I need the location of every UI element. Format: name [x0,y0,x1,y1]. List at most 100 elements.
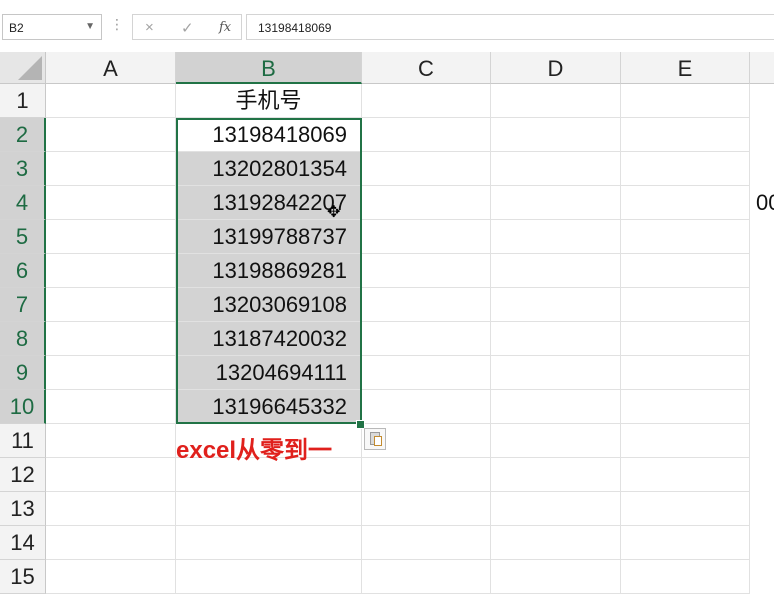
row-header-14[interactable]: 14 [0,526,46,560]
cell-a14[interactable] [46,526,176,560]
cell-b13[interactable] [176,492,362,526]
row-header-13[interactable]: 13 [0,492,46,526]
cell-b9[interactable]: 13204694111 [176,356,362,390]
cell-e1[interactable] [621,84,750,118]
row-header-3[interactable]: 3 [0,152,46,186]
cell-a9[interactable] [46,356,176,390]
cell-b15[interactable] [176,560,362,594]
cell-c13[interactable] [362,492,491,526]
cell-d11[interactable] [491,424,621,458]
cell-d8[interactable] [491,322,621,356]
row-header-12[interactable]: 12 [0,458,46,492]
select-all-button[interactable] [0,52,46,84]
cell-e12[interactable] [621,458,750,492]
cell-a15[interactable] [46,560,176,594]
cell-c7[interactable] [362,288,491,322]
cell-e7[interactable] [621,288,750,322]
column-header-b[interactable]: B [176,52,362,84]
chevron-down-icon[interactable]: ▼ [85,21,95,32]
cell-d13[interactable] [491,492,621,526]
cell-c12[interactable] [362,458,491,492]
cell-a13[interactable] [46,492,176,526]
cell-c1[interactable] [362,84,491,118]
cell-d3[interactable] [491,152,621,186]
cell-b14[interactable] [176,526,362,560]
row-header-5[interactable]: 5 [0,220,46,254]
formula-input[interactable]: 13198418069 [246,14,774,40]
cell-c15[interactable] [362,560,491,594]
cell-d12[interactable] [491,458,621,492]
cell-a6[interactable] [46,254,176,288]
cell-a7[interactable] [46,288,176,322]
column-header-d[interactable]: D [491,52,621,84]
column-header-a[interactable]: A [46,52,176,84]
cell-b10[interactable]: 13196645332 [176,390,362,424]
cell-d2[interactable] [491,118,621,152]
paste-options-icon[interactable] [364,428,386,450]
row-header-7[interactable]: 7 [0,288,46,322]
cell-d6[interactable] [491,254,621,288]
cell-a1[interactable] [46,84,176,118]
row-header-15[interactable]: 15 [0,560,46,594]
cell-c2[interactable] [362,118,491,152]
row-header-8[interactable]: 8 [0,322,46,356]
cell-a8[interactable] [46,322,176,356]
cell-d5[interactable] [491,220,621,254]
row-header-11[interactable]: 11 [0,424,46,458]
cell-b7[interactable]: 13203069108 [176,288,362,322]
cell-c6[interactable] [362,254,491,288]
cell-e10[interactable] [621,390,750,424]
row-header-4[interactable]: 4 [0,186,46,220]
cell-e9[interactable] [621,356,750,390]
row-header-1[interactable]: 1 [0,84,46,118]
cell-b8[interactable]: 13187420032 [176,322,362,356]
cell-c9[interactable] [362,356,491,390]
enter-icon[interactable]: ✓ [181,19,194,37]
column-header-f[interactable] [750,52,774,84]
column-header-e[interactable]: E [621,52,750,84]
cell-a5[interactable] [46,220,176,254]
cell-c8[interactable] [362,322,491,356]
row-header-10[interactable]: 10 [0,390,46,424]
cell-d4[interactable] [491,186,621,220]
cell-e5[interactable] [621,220,750,254]
cell-a2[interactable] [46,118,176,152]
cell-e11[interactable] [621,424,750,458]
cell-b3[interactable]: 13202801354 [176,152,362,186]
cell-c10[interactable] [362,390,491,424]
cell-c3[interactable] [362,152,491,186]
cell-d10[interactable] [491,390,621,424]
cell-d7[interactable] [491,288,621,322]
cancel-icon[interactable]: × [145,19,154,36]
cell-a12[interactable] [46,458,176,492]
insert-function-icon[interactable]: fx [219,20,231,35]
cell-b5[interactable]: 13199788737 [176,220,362,254]
row-header-6[interactable]: 6 [0,254,46,288]
cell-b1[interactable]: 手机号 [176,84,362,118]
cell-c5[interactable] [362,220,491,254]
cell-a3[interactable] [46,152,176,186]
cell-d15[interactable] [491,560,621,594]
cell-f4[interactable]: 00 [756,190,774,216]
cell-a11[interactable] [46,424,176,458]
cell-b2[interactable]: 13198418069 [176,118,362,152]
cell-e2[interactable] [621,118,750,152]
cell-e4[interactable] [621,186,750,220]
cell-e14[interactable] [621,526,750,560]
cell-e13[interactable] [621,492,750,526]
cell-c4[interactable] [362,186,491,220]
cell-d1[interactable] [491,84,621,118]
row-header-2[interactable]: 2 [0,118,46,152]
cell-b6[interactable]: 13198869281 [176,254,362,288]
cell-a10[interactable] [46,390,176,424]
row-header-9[interactable]: 9 [0,356,46,390]
column-header-c[interactable]: C [362,52,491,84]
cell-c14[interactable] [362,526,491,560]
cell-d9[interactable] [491,356,621,390]
cell-d14[interactable] [491,526,621,560]
cell-a4[interactable] [46,186,176,220]
cell-e15[interactable] [621,560,750,594]
cell-e8[interactable] [621,322,750,356]
cell-e6[interactable] [621,254,750,288]
name-box[interactable]: B2 ▼ [2,14,102,40]
